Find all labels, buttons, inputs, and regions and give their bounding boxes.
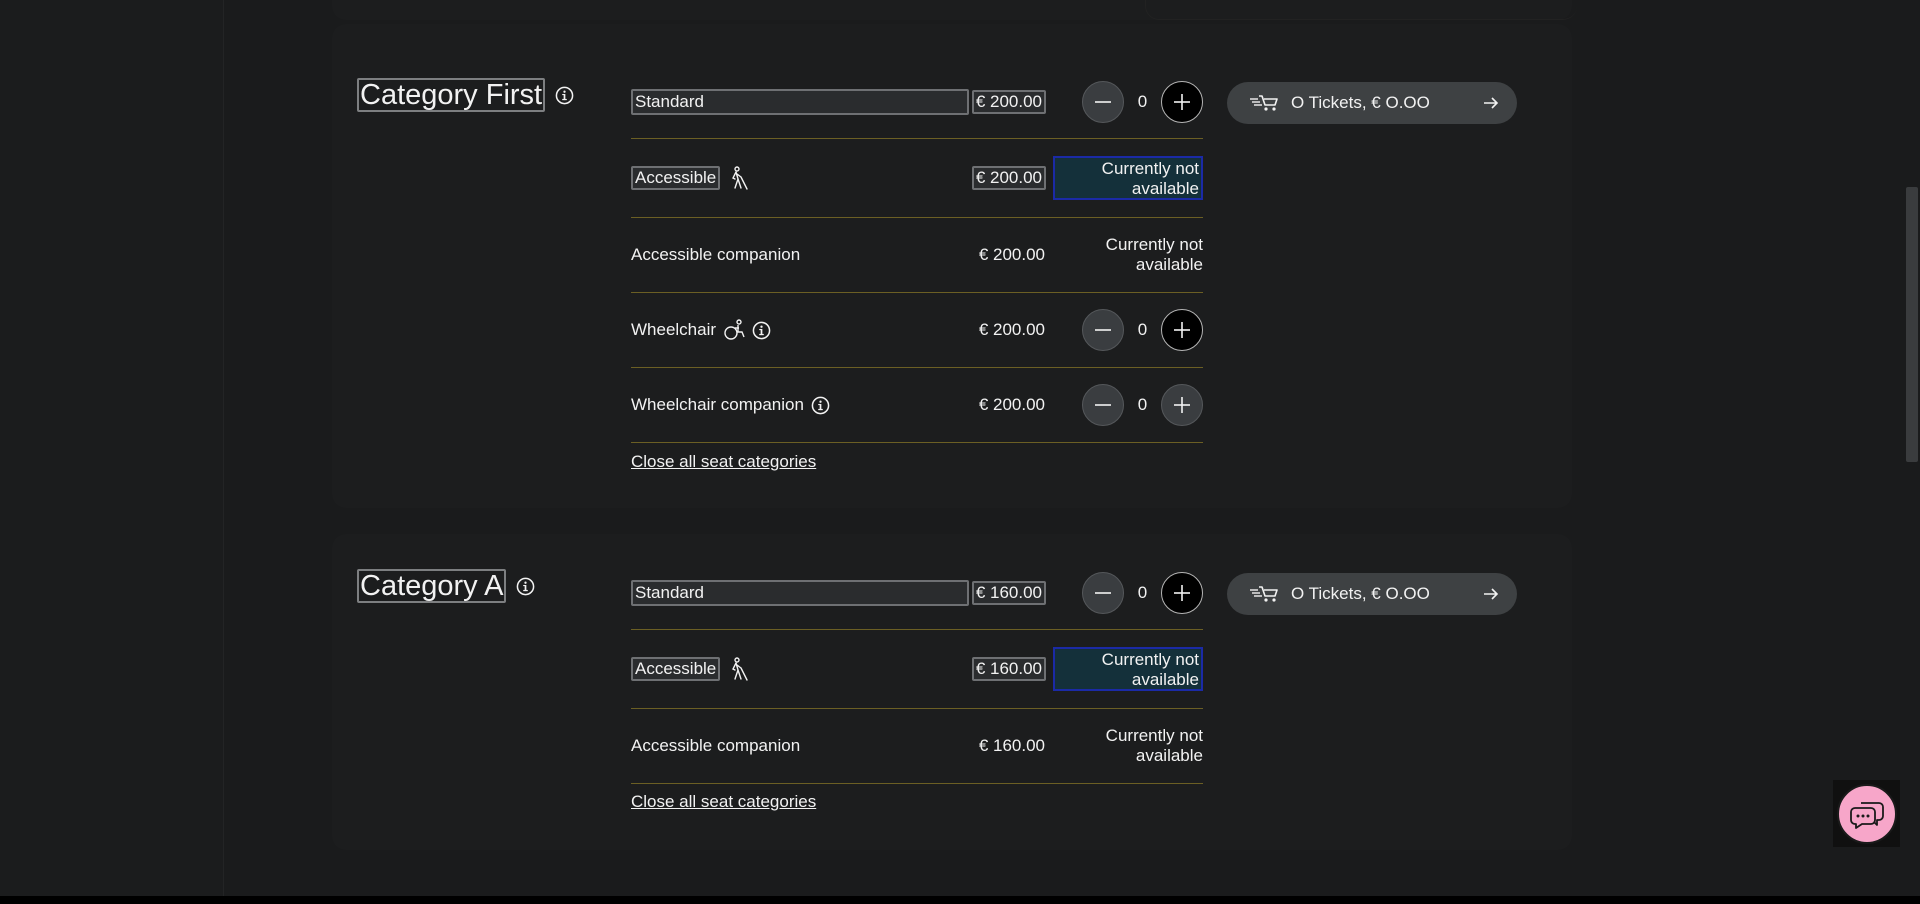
decrease-button[interactable] [1082,384,1124,426]
seat-type-label[interactable]: Standard [631,88,969,115]
seat-row-accessible: Accessible € 200.00 Currently not availa… [631,139,1203,218]
close-all-categories-link[interactable]: Close all seat categories [631,452,816,472]
cart-summary: O Tickets, € O.OO [1291,584,1430,603]
seat-type-label: Accessible companion [631,736,801,755]
add-to-cart-button[interactable]: O Tickets, € O.OO [1227,573,1517,615]
category-title[interactable]: Category First [357,78,546,112]
seat-row-accessible-companion: Accessible companion € 160.00 Currently … [631,709,1203,784]
wheelchair-icon [724,319,745,340]
increase-button[interactable] [1161,384,1203,426]
row-label: Standard [631,88,969,115]
seat-type-label: Accessible companion [631,245,801,264]
seat-type-label: Wheelchair [631,320,717,339]
seat-type-label[interactable]: Accessible [631,657,721,681]
seat-price[interactable]: € 160.00 [971,580,1046,605]
row-label: Accessible [631,166,749,190]
plus-icon [1174,93,1190,110]
add-to-cart-button[interactable]: O Tickets, € O.OO [1227,82,1517,124]
availability-status[interactable]: Currently not available [1053,647,1203,691]
availability-status[interactable]: Currently not available [1053,156,1203,200]
close-all-categories-link[interactable]: Close all seat categories [631,792,816,812]
plus-icon [1174,584,1190,601]
row-label: Standard [631,579,969,606]
category-heading: Category First [357,78,574,112]
info-icon[interactable] [752,321,771,340]
category-title[interactable]: Category A [357,569,507,603]
minus-icon [1095,329,1111,331]
category-card: Category First O Tickets, € O.OO Standar… [332,24,1572,508]
info-icon[interactable] [811,396,830,415]
cart-summary: O Tickets, € O.OO [1291,93,1430,112]
increase-button[interactable] [1161,80,1203,123]
chat-widget [1833,780,1900,847]
blind-person-icon [732,166,748,190]
quantity-value: 0 [1137,91,1148,111]
chat-bubble-icon [1849,801,1884,829]
previous-card-right-panel [1145,0,1577,20]
category-card: Category A O Tickets, € O.OO Standard € … [332,534,1572,850]
quantity-stepper: 0 [1082,571,1203,614]
minus-icon [1095,100,1111,103]
decrease-button[interactable] [1082,80,1124,123]
seat-price: € 200.00 [978,395,1045,414]
left-sidebar-panel [0,0,224,896]
minus-icon [1095,591,1111,594]
plus-icon [1174,397,1190,413]
info-icon[interactable] [555,86,574,105]
seat-row-accessible: Accessible € 160.00 Currently not availa… [631,630,1203,709]
fast-cart-icon [1250,586,1278,602]
category-heading: Category A [357,569,535,603]
seat-price: € 200.00 [978,320,1045,339]
fast-cart-icon [1250,95,1278,111]
scrollbar-thumb[interactable] [1906,187,1918,462]
bottom-edge [0,896,1920,904]
decrease-button[interactable] [1082,309,1124,351]
vertical-scrollbar[interactable] [1904,0,1920,896]
page: Category First O Tickets, € O.OO Standar… [0,0,1920,904]
seat-type-label[interactable]: Standard [631,579,969,606]
info-icon[interactable] [516,577,535,596]
seat-rows: Standard € 200.00 0 Accessible € 200.00 … [631,65,1203,471]
seat-price: € 160.00 [978,736,1045,755]
quantity-stepper: 0 [1082,80,1203,123]
seat-price[interactable]: € 200.00 [971,89,1046,114]
minus-icon [1095,404,1111,406]
seat-row-wheelchair-companion: Wheelchair companion € 200.00 0 [631,368,1203,443]
seat-row-wheelchair: Wheelchair € 200.00 0 [631,293,1203,368]
quantity-value: 0 [1137,395,1148,414]
row-label: Accessible [631,657,749,681]
row-label: Wheelchair companion [631,395,830,415]
quantity-stepper: 0 [1082,384,1203,426]
seat-type-label[interactable]: Accessible [631,166,721,190]
chat-button[interactable] [1836,783,1897,844]
arrow-right-icon [1484,97,1499,109]
quantity-value: 0 [1137,320,1148,339]
blind-person-icon [732,657,748,681]
seat-type-label: Wheelchair companion [631,395,804,414]
row-label: Accessible companion [631,736,800,756]
increase-button[interactable] [1161,309,1203,351]
row-label: Wheelchair [631,319,771,341]
seat-row-accessible-companion: Accessible companion € 200.00 Currently … [631,218,1203,293]
quantity-stepper: 0 [1082,309,1203,351]
availability-status: Currently not available [1105,235,1203,274]
quantity-value: 0 [1137,582,1148,602]
arrow-right-icon [1484,588,1499,600]
seat-price: € 200.00 [978,245,1045,264]
seat-row-standard: Standard € 160.00 0 [631,556,1203,630]
increase-button[interactable] [1161,571,1203,614]
row-label: Accessible companion [631,245,800,265]
seat-price[interactable]: € 160.00 [971,657,1046,681]
availability-status: Currently not available [1105,726,1203,765]
seat-rows: Standard € 160.00 0 Accessible € 160.00 … [631,556,1203,811]
seat-price[interactable]: € 200.00 [971,166,1046,190]
seat-row-standard: Standard € 200.00 0 [631,65,1203,139]
decrease-button[interactable] [1082,571,1124,614]
plus-icon [1174,322,1190,338]
